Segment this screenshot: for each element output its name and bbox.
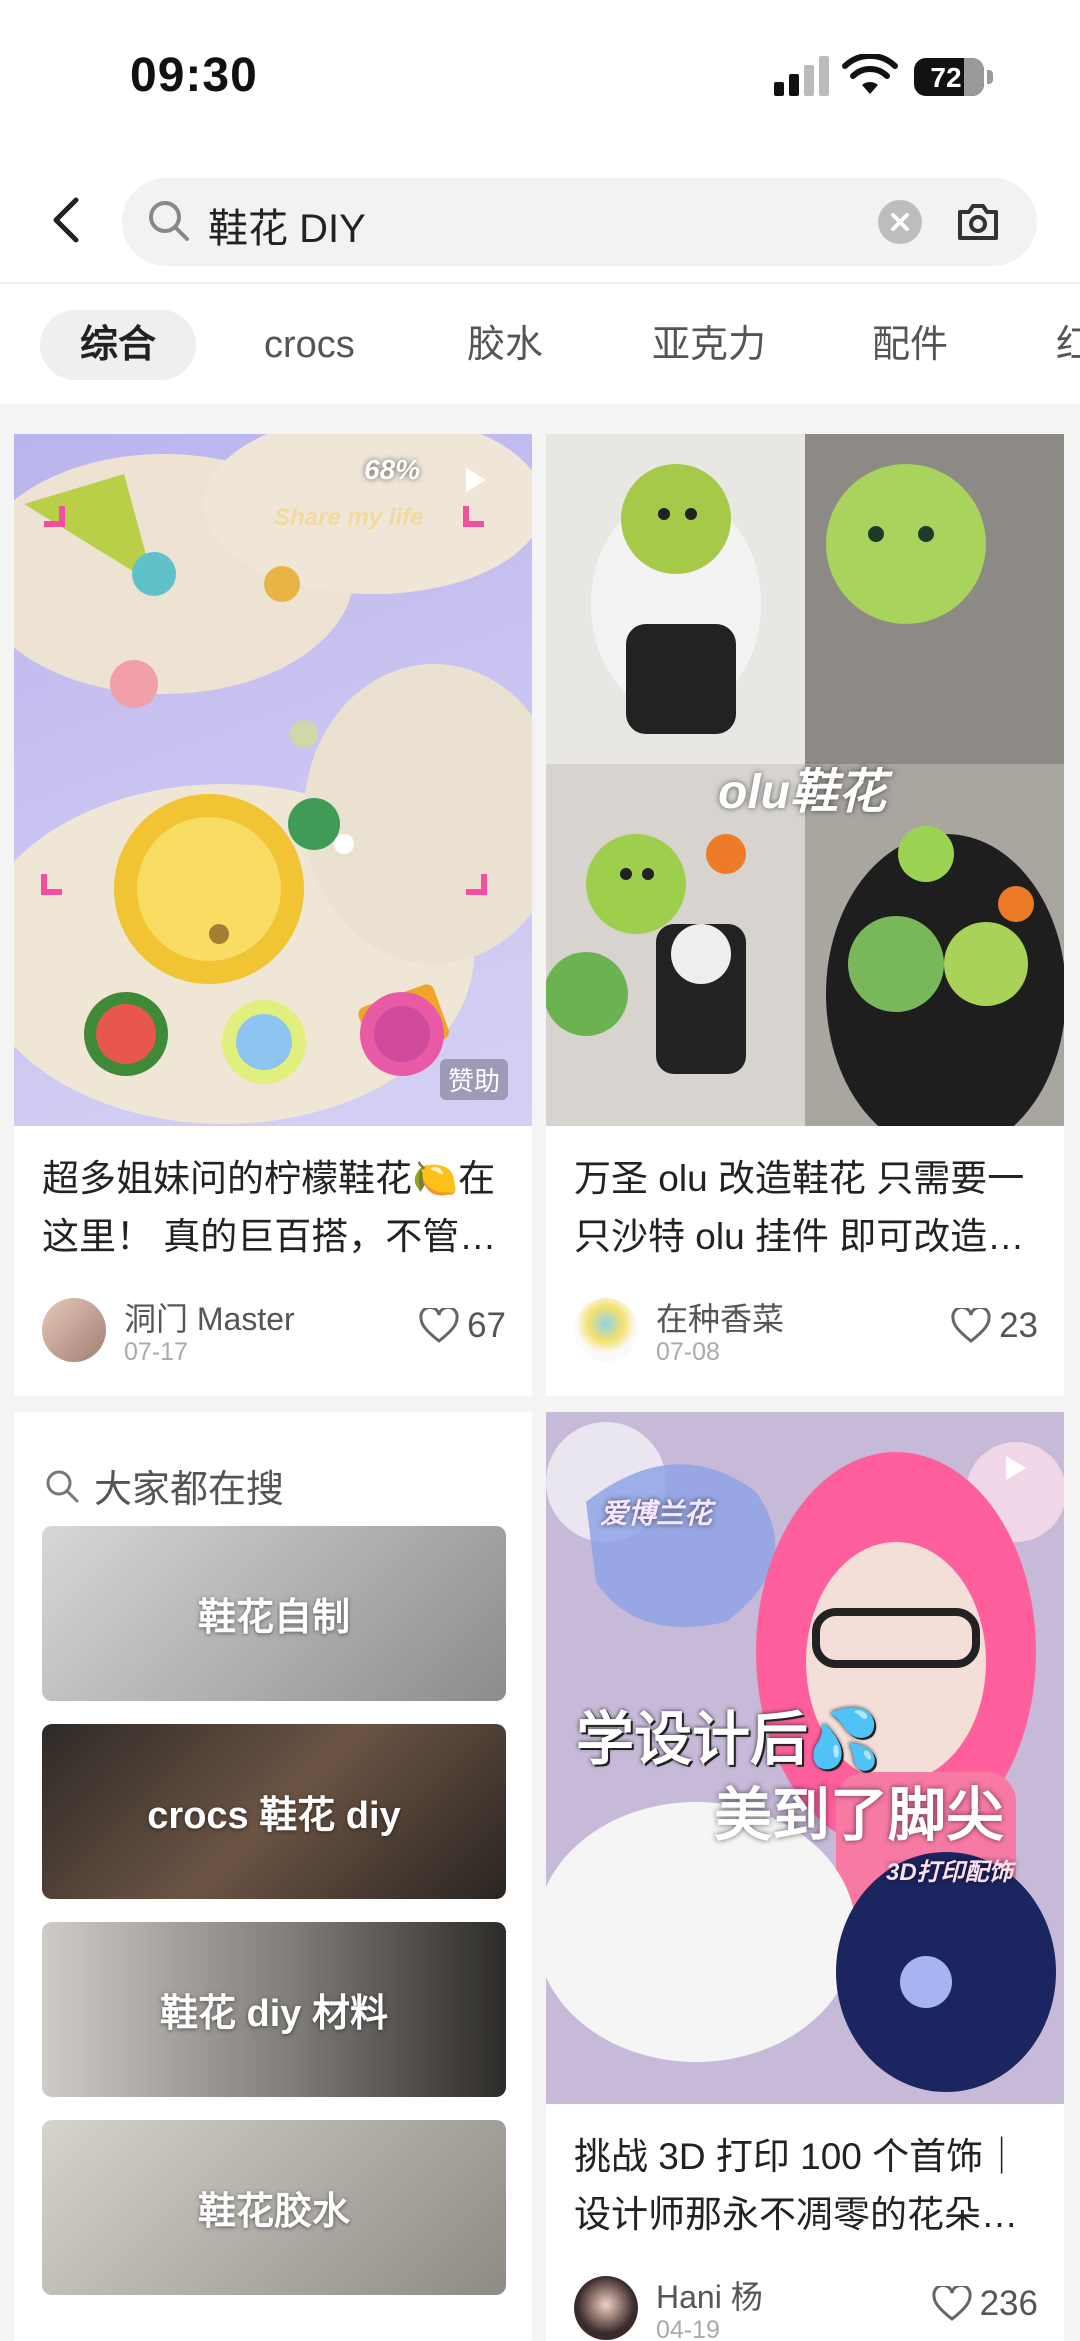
like-count: 236 <box>979 2284 1038 2323</box>
like-button[interactable]: 67 <box>419 1306 506 1346</box>
clear-icon[interactable] <box>878 200 922 244</box>
like-count: 67 <box>467 1306 506 1345</box>
camera-icon[interactable] <box>952 196 1004 248</box>
cover-illustration <box>14 434 532 1124</box>
search-query: 鞋花 DIY <box>208 207 366 251</box>
note-card[interactable]: 68% Share my life 赞助 超多姐妹问的柠檬鞋花🍋在这里！ 真的巨… <box>14 434 532 1396</box>
cover-title-text: olu鞋花 <box>718 766 886 819</box>
heart-icon <box>419 1308 459 1343</box>
hot-search-label: 鞋花自制 <box>197 1597 350 1639</box>
status-bar: 09:30 72 <box>0 0 1080 160</box>
battery-percent: 72 <box>930 62 962 93</box>
hot-searches-card: 大家都在搜 鞋花自制 crocs 鞋花 diy 鞋花 diy 材料 鞋花胶水 <box>14 1412 532 2341</box>
note-title: 挑战 3D 打印 100 个首饰｜设计师那永不凋零的花朵… <box>574 2136 1021 2235</box>
note-title: 万圣 olu 改造鞋花 只需要一只沙特 olu 挂件 即可改造… <box>574 1158 1025 1257</box>
hot-searches-heading: 大家都在搜 <box>44 1458 284 1513</box>
note-card[interactable]: 爱博兰花 学设计后💦 美到了脚尖 3D打印配饰 挑战 3D 打印 100 个首饰… <box>546 1412 1064 2341</box>
search-header: 鞋花 DIY <box>0 160 1080 282</box>
cover-small-text: 爱博兰花 <box>600 1498 713 1529</box>
note-card[interactable]: olu鞋花 万圣 olu 改造鞋花 只需要一只沙特 olu 挂件 即可改造… 在… <box>546 434 1064 1396</box>
search-icon <box>149 201 189 241</box>
tab-crocs[interactable]: crocs <box>264 310 355 380</box>
note-cover-image[interactable]: olu鞋花 <box>546 434 1064 1126</box>
search-icon <box>46 1470 79 1502</box>
avatar[interactable] <box>42 1298 106 1362</box>
author-name[interactable]: 在种香菜 <box>656 1294 784 1340</box>
search-input[interactable]: 鞋花 DIY <box>122 178 1037 266</box>
battery-icon: 72 <box>914 58 984 96</box>
video-play-icon <box>1006 1456 1026 1480</box>
heart-icon <box>951 1308 991 1343</box>
tab-胶水[interactable]: 胶水 <box>467 310 543 380</box>
cover-headline-1: 学设计后💦 <box>576 1707 881 1772</box>
note-title: 超多姐妹问的柠檬鞋花🍋在这里！ 真的巨百搭，不管是… <box>42 1158 496 1257</box>
like-button[interactable]: 23 <box>951 1306 1038 1346</box>
hot-search-item[interactable]: 鞋花胶水 <box>42 2120 506 2295</box>
avatar[interactable] <box>574 2276 638 2340</box>
wifi-icon <box>842 54 898 94</box>
hot-searches-title: 大家都在搜 <box>94 1469 285 1511</box>
cover-percent-text: 68% <box>364 454 421 485</box>
back-icon[interactable] <box>38 190 98 250</box>
post-date: 07-17 <box>124 1338 188 1366</box>
video-play-icon <box>466 468 486 492</box>
hot-search-label: crocs 鞋花 diy <box>147 1795 401 1837</box>
category-tabs: 综合 crocs 胶水 亚克力 配件 红 <box>0 283 1080 404</box>
tab-more[interactable]: 红 <box>1056 310 1080 380</box>
hot-search-item[interactable]: crocs 鞋花 diy <box>42 1724 506 1899</box>
hot-search-item[interactable]: 鞋花 diy 材料 <box>42 1922 506 2097</box>
like-button[interactable]: 236 <box>932 2284 1038 2324</box>
cellular-signal-icon <box>774 56 829 96</box>
like-count: 23 <box>999 1306 1038 1345</box>
heart-icon <box>932 2286 972 2321</box>
author-name[interactable]: Hani 杨 <box>656 2272 763 2318</box>
cover-headline-2: 美到了脚尖 <box>714 1783 1005 1848</box>
sponsor-badge: 赞助 <box>439 1059 508 1100</box>
tab-综合[interactable]: 综合 <box>40 310 197 380</box>
cover-script-text: Share my life <box>274 504 424 531</box>
note-cover-image[interactable]: 爱博兰花 学设计后💦 美到了脚尖 3D打印配饰 <box>546 1412 1064 2104</box>
battery-tip <box>987 70 993 84</box>
cover-small-text-2: 3D打印配饰 <box>886 1859 1013 1886</box>
note-cover-image[interactable]: 68% Share my life 赞助 <box>14 434 532 1126</box>
hot-search-label: 鞋花胶水 <box>197 2191 350 2233</box>
tab-亚克力[interactable]: 亚克力 <box>652 310 766 380</box>
post-date: 07-08 <box>656 1338 720 1366</box>
post-date: 04-19 <box>656 2316 720 2341</box>
hot-search-label: 鞋花 diy 材料 <box>159 1993 389 2035</box>
tab-配件[interactable]: 配件 <box>872 310 948 380</box>
hot-search-item[interactable]: 鞋花自制 <box>42 1526 506 1701</box>
avatar[interactable] <box>574 1298 638 1362</box>
status-time: 09:30 <box>130 49 258 102</box>
author-name[interactable]: 洞门 Master <box>124 1294 295 1340</box>
